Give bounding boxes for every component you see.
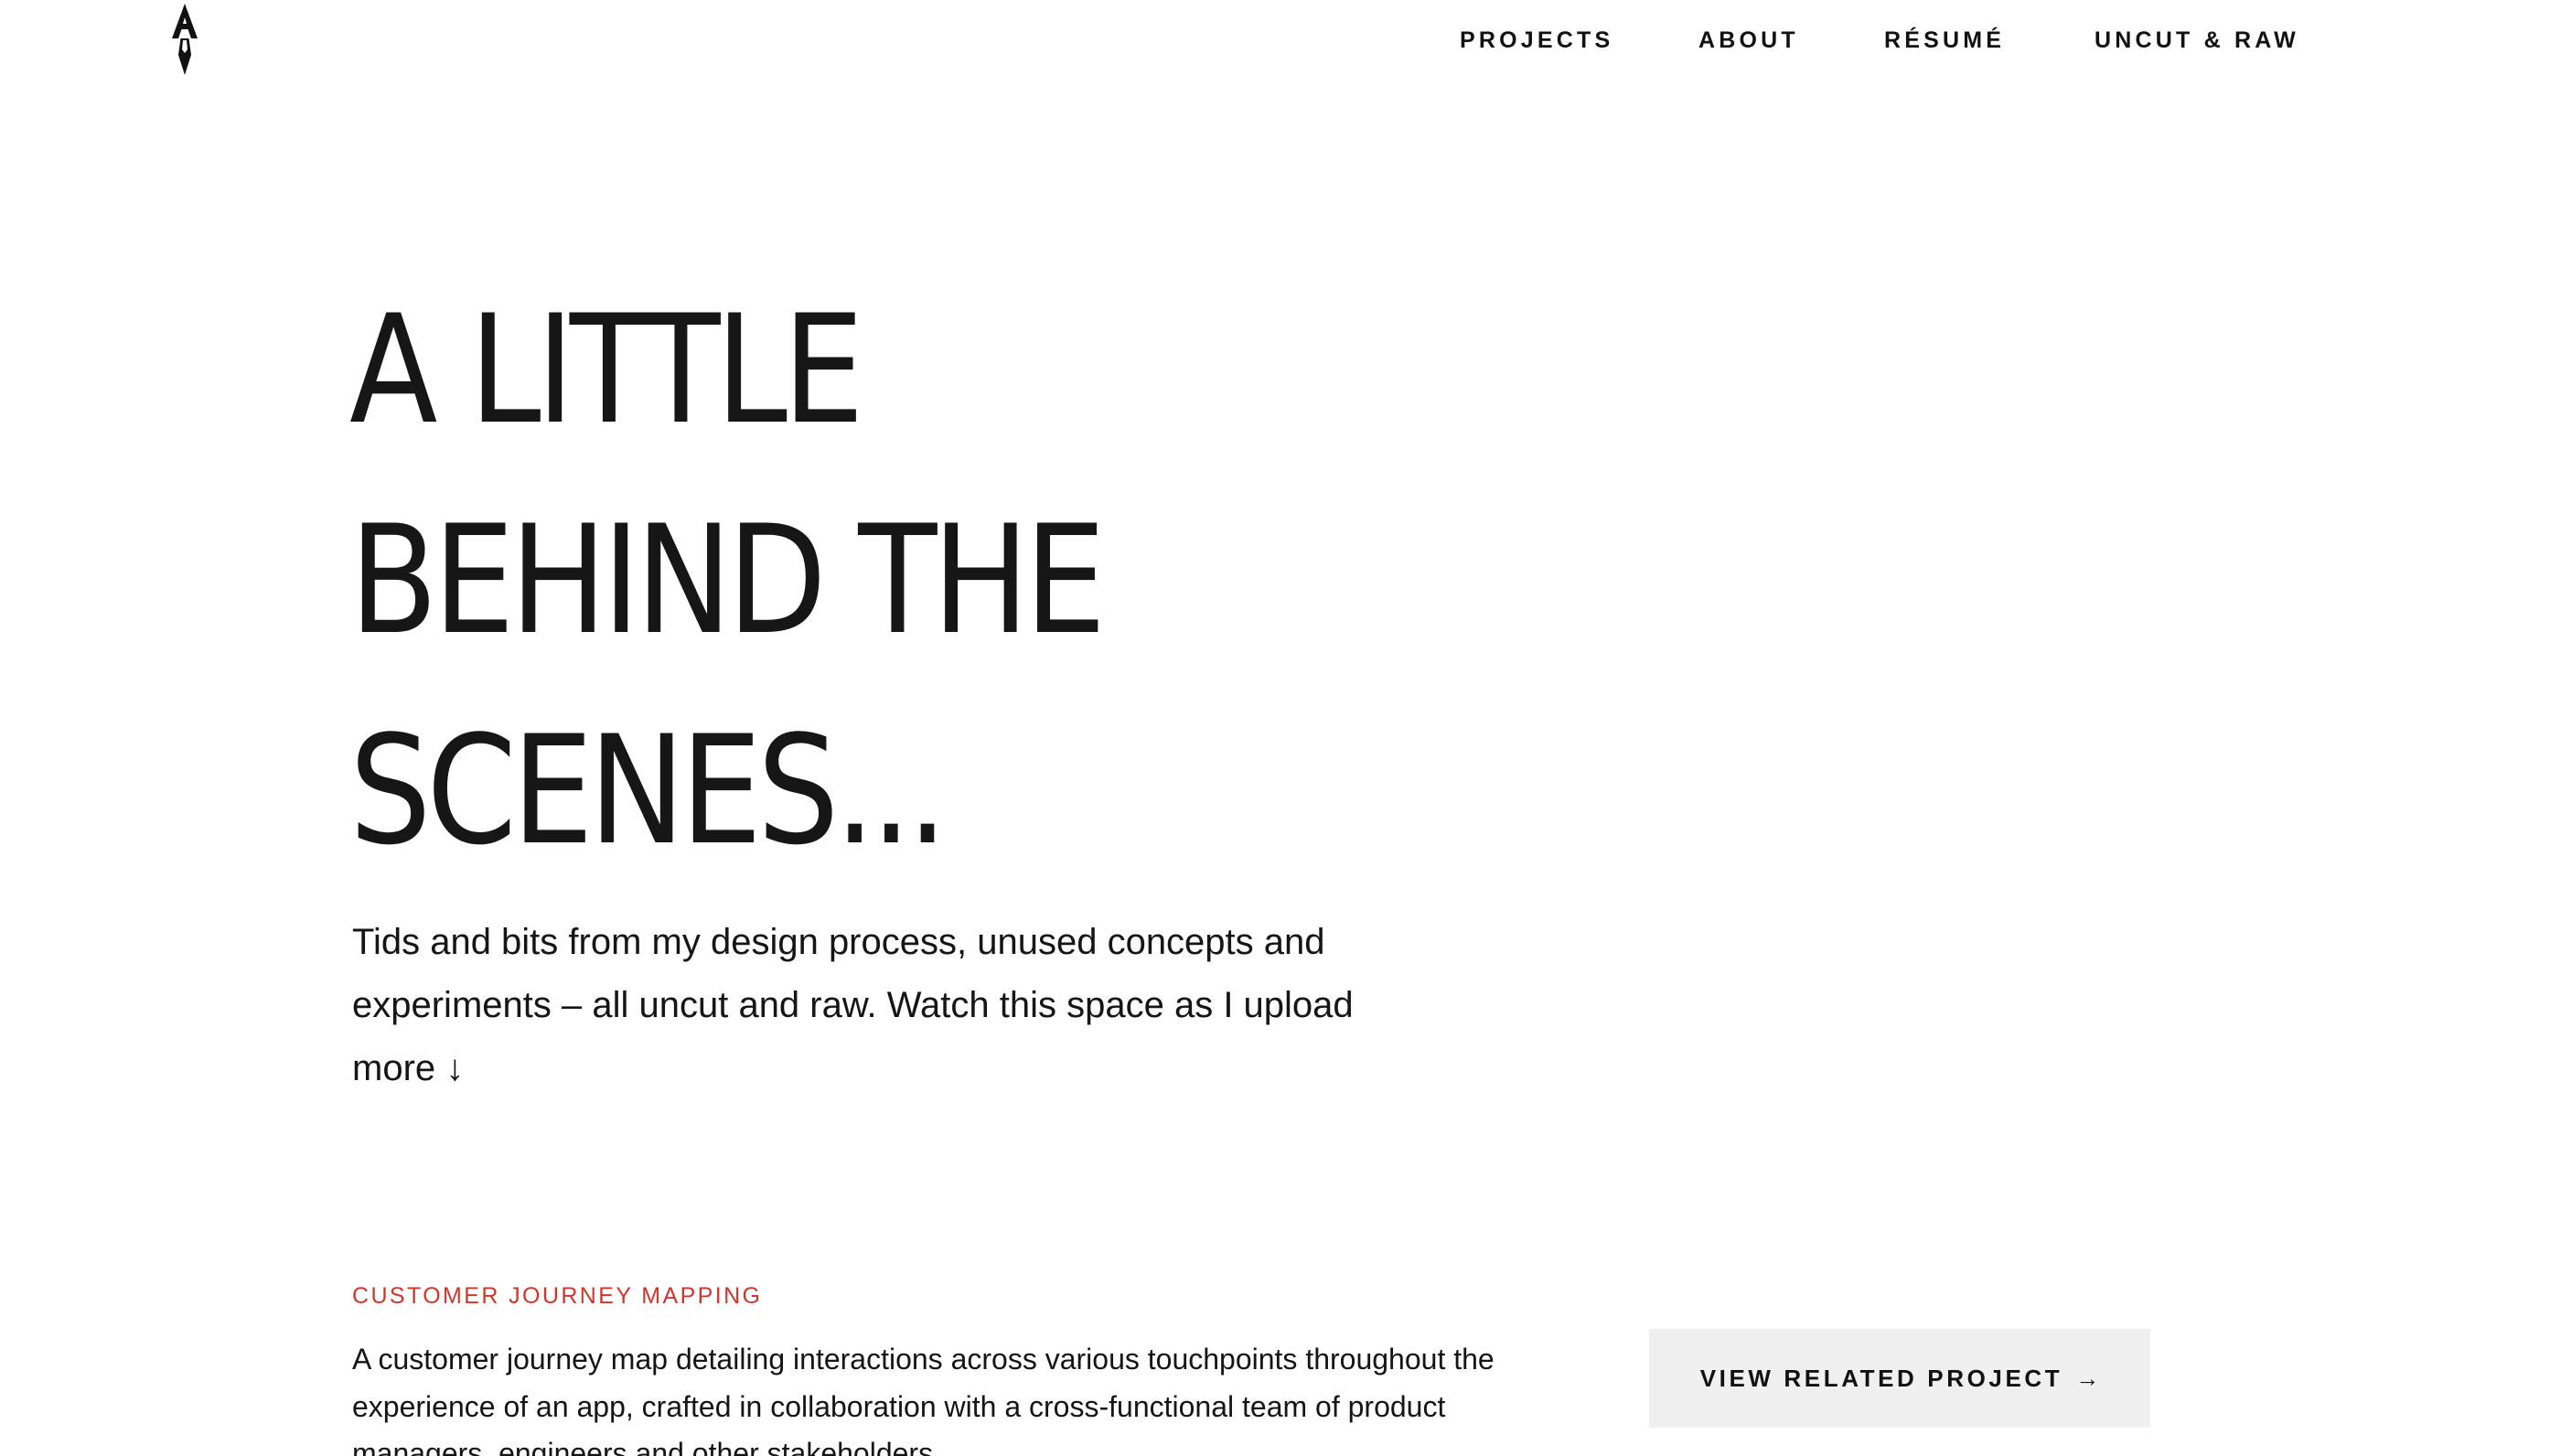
- project-description: A customer journey map detailing interac…: [352, 1343, 1495, 1456]
- project-category-label: CUSTOMER JOURNEY MAPPING: [352, 1283, 763, 1309]
- nav-link-uncut-raw[interactable]: UNCUT & RAW: [2095, 27, 2299, 54]
- monogram-a-logo-icon: [172, 4, 198, 75]
- page-intro: Tids and bits from my design process, un…: [352, 922, 1354, 1088]
- logo-link[interactable]: [165, 2, 205, 75]
- view-related-project-button[interactable]: VIEW RELATED PROJECT →: [1649, 1329, 2150, 1428]
- site-header: PROJECTS ABOUT RÉSUMÉ UNCUT & RAW: [0, 0, 2550, 91]
- arrow-right-icon: →: [2075, 1364, 2100, 1392]
- nav-link-about[interactable]: ABOUT: [1698, 27, 1799, 54]
- page-title-line: SCENES...: [349, 703, 948, 878]
- page-title-line: BEHIND THE: [349, 493, 1106, 668]
- nav-link-resume[interactable]: RÉSUMÉ: [1884, 27, 2005, 54]
- view-related-project-label: VIEW RELATED PROJECT: [1699, 1364, 2063, 1392]
- page-title-line: A LITTLE: [349, 283, 864, 457]
- page-title: A LITTLE BEHIND THE SCENES...: [349, 265, 1451, 896]
- nav-link-projects[interactable]: PROJECTS: [1460, 27, 1613, 54]
